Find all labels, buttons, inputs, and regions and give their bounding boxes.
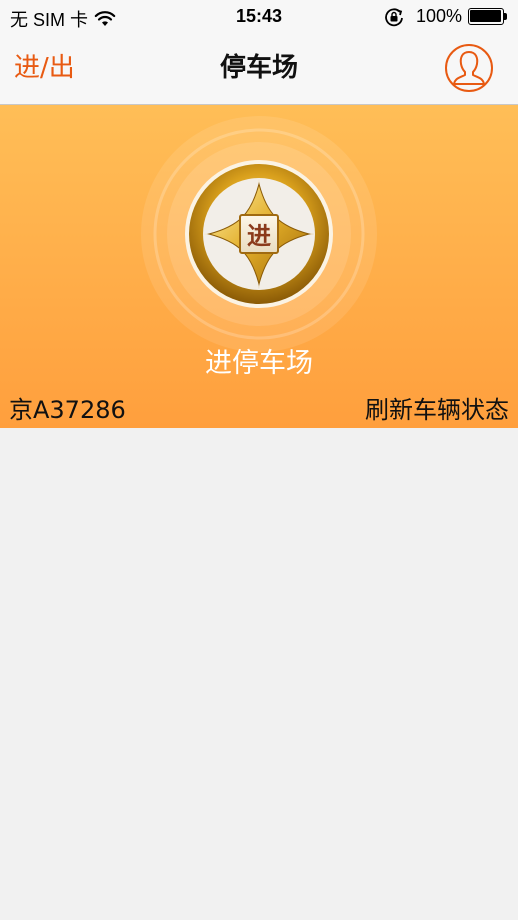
page-title: 停车场: [219, 53, 298, 83]
license-plate: 京A37286: [9, 396, 126, 424]
navigation-bar: 进/出 停车场: [0, 34, 518, 105]
parking-status-panel: 进 进停车场 京A37286 刷新车辆状态: [0, 105, 518, 428]
battery-icon: [468, 8, 508, 25]
enter-parking-coin-button[interactable]: 进: [139, 114, 379, 354]
status-right: 100%: [384, 6, 508, 27]
refresh-vehicle-status-button[interactable]: 刷新车辆状态: [365, 395, 509, 425]
coin-character: 进: [247, 222, 271, 250]
enter-parking-label: 进停车场: [205, 348, 313, 379]
in-out-button[interactable]: 进/出: [14, 51, 75, 85]
user-profile-icon[interactable]: [444, 43, 494, 93]
orientation-lock-icon: [385, 7, 403, 26]
content-area: [0, 428, 518, 920]
status-bar: 无 SIM 卡 15:43 100%: [0, 0, 518, 34]
battery-percent: 100%: [415, 6, 462, 26]
